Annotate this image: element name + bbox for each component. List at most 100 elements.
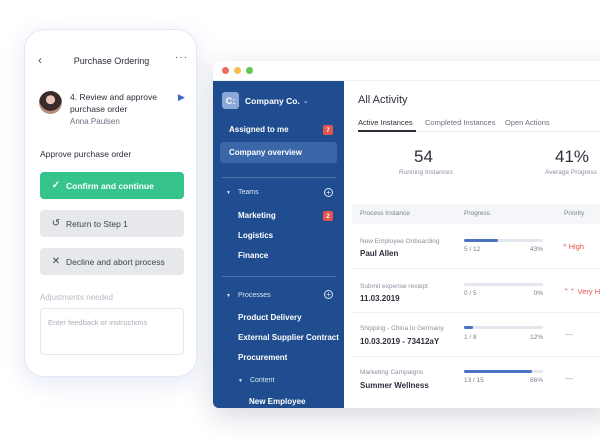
more-horizontal-icon[interactable]: ···: [175, 52, 188, 63]
check-icon: ✓: [51, 180, 61, 191]
progress-bar: [464, 283, 543, 286]
app-window: C: Company Co. ⌄ Assigned to me 7 Compan…: [213, 61, 600, 408]
tab-open-actions[interactable]: Open Actions: [505, 118, 550, 127]
page-title: All Activity: [358, 94, 408, 106]
minimize-window-button[interactable]: [234, 67, 241, 74]
progress-count: 1 / 8: [464, 334, 477, 341]
column-header-process[interactable]: Process Instance: [360, 210, 410, 217]
company-logo: C:: [222, 92, 239, 109]
row-divider: [352, 268, 600, 269]
sidebar-item-logistics[interactable]: Logistics: [238, 231, 273, 240]
sidebar-item-label: Assigned to me: [229, 125, 289, 134]
table-header: Process Instance Progress Priority: [352, 204, 600, 224]
sidebar-section-teams[interactable]: ▼ Teams: [226, 189, 259, 196]
sidebar-item-product-delivery[interactable]: Product Delivery: [238, 313, 302, 322]
sidebar-item-external-supplier-contract[interactable]: External Supplier Contract: [238, 333, 339, 342]
assignee-name: Anna Paulsen: [70, 117, 120, 126]
priority-very-high: ⌃⌃ Very Hi: [563, 287, 600, 296]
sidebar-divider: [222, 276, 336, 277]
return-step-button[interactable]: ↺ Return to Step 1: [40, 210, 184, 237]
chevron-down-icon: ⌄: [302, 97, 309, 105]
progress-percent: 86%: [529, 377, 543, 384]
tab-active-instances[interactable]: Active Instances: [358, 118, 413, 127]
progress-percent: 43%: [529, 246, 543, 253]
sidebar-section-processes[interactable]: ▼ Processes: [226, 292, 271, 299]
company-switcher[interactable]: C: Company Co. ⌄: [222, 92, 309, 109]
sidebar: C: Company Co. ⌄ Assigned to me 7 Compan…: [213, 81, 344, 408]
progress-bar: [464, 370, 543, 373]
add-team-icon[interactable]: +: [324, 188, 333, 197]
main-content: All Activity Active Instances Completed …: [344, 81, 600, 408]
section-label: Teams: [237, 189, 259, 196]
maximize-window-button[interactable]: [246, 67, 253, 74]
sidebar-item-marketing[interactable]: Marketing: [238, 211, 276, 220]
close-icon: ✕: [51, 256, 61, 267]
active-tab-indicator: [358, 130, 416, 132]
progress-fill: [464, 370, 532, 373]
progress-fill: [464, 239, 498, 242]
instance-name: 11.03.2019: [360, 294, 400, 303]
sidebar-item-assigned-to-me[interactable]: Assigned to me: [222, 124, 336, 138]
sidebar-divider: [222, 177, 336, 178]
priority-label: —: [565, 330, 573, 339]
priority-label: Very Hi: [577, 287, 600, 296]
company-name: Company Co.: [245, 95, 300, 106]
priority-label: —: [565, 374, 573, 383]
button-label: Decline and abort process: [66, 256, 165, 267]
row-divider: [352, 356, 600, 357]
sidebar-item-finance[interactable]: Finance: [238, 251, 268, 260]
decline-abort-button[interactable]: ✕ Decline and abort process: [40, 248, 184, 275]
assigned-count-badge: 7: [323, 125, 333, 135]
instance-name: 10.03.2019 - 73412aY: [360, 337, 440, 346]
phone-title: Purchase Ordering: [73, 56, 150, 66]
process-name: New Employee Onboarding: [360, 238, 440, 245]
progress-count: 13 / 15: [464, 377, 484, 384]
progress-fill: [464, 326, 474, 329]
avatar: [39, 91, 62, 114]
column-header-progress[interactable]: Progress: [464, 210, 490, 217]
step-title: 4. Review and approve purchase order: [70, 92, 157, 114]
tab-completed-instances[interactable]: Completed Instances: [425, 118, 495, 127]
add-process-icon[interactable]: +: [324, 290, 333, 299]
play-icon[interactable]: ▶: [178, 92, 185, 103]
process-name: Marketing Campaigns: [360, 369, 424, 376]
marketing-count-badge: 2: [323, 211, 333, 221]
double-chevron-up-icon: ⌃⌃: [563, 287, 578, 296]
caret-down-icon: ▼: [226, 292, 231, 299]
running-instances-label: Running Instances: [399, 169, 453, 176]
average-progress-label: Average Progress: [545, 169, 597, 176]
sidebar-item-new-employee[interactable]: New Employee: [249, 397, 305, 406]
caret-down-icon: ▼: [226, 189, 231, 196]
column-header-priority[interactable]: Priority: [564, 210, 584, 217]
progress-bar: [464, 239, 543, 242]
running-instances-value: 54: [414, 147, 433, 166]
instance-name: Paul Allen: [360, 249, 399, 258]
progress-percent: 12%: [529, 334, 543, 341]
progress-count: 5 / 12: [464, 246, 481, 253]
section-label: Content: [249, 377, 275, 384]
feedback-input[interactable]: Enter feedback or instructions: [40, 308, 184, 355]
close-window-button[interactable]: [222, 67, 229, 74]
button-label: Confirm and continue: [66, 180, 154, 191]
sidebar-item-company-overview[interactable]: Company overview: [220, 142, 337, 163]
sidebar-item-procurement[interactable]: Procurement: [238, 353, 287, 362]
confirm-continue-button[interactable]: ✓ Confirm and continue: [40, 172, 184, 199]
process-name: Shipping - China to Germany: [360, 325, 444, 332]
progress-bar: [464, 326, 543, 329]
mobile-task-card: ‹ Purchase Ordering ··· 4. Review and ap…: [24, 29, 197, 377]
progress-percent: 0%: [533, 290, 543, 297]
section-label: Processes: [237, 292, 271, 299]
caret-down-icon: ▼: [238, 377, 243, 384]
process-name: Submit expense receipt: [360, 283, 428, 290]
sidebar-item-label: Company overview: [229, 148, 302, 157]
instance-name: Summer Wellness: [360, 381, 429, 390]
undo-icon: ↺: [51, 218, 61, 229]
sidebar-subsection-content[interactable]: ▼ Content: [238, 377, 274, 384]
section-label: Approve purchase order: [40, 149, 132, 159]
priority-label: ^ High: [563, 242, 585, 251]
row-divider: [352, 312, 600, 313]
button-label: Return to Step 1: [66, 218, 128, 229]
adjustments-label: Adjustments needed: [40, 293, 113, 302]
average-progress-value: 41%: [555, 147, 590, 166]
progress-count: 0 / 5: [464, 290, 477, 297]
